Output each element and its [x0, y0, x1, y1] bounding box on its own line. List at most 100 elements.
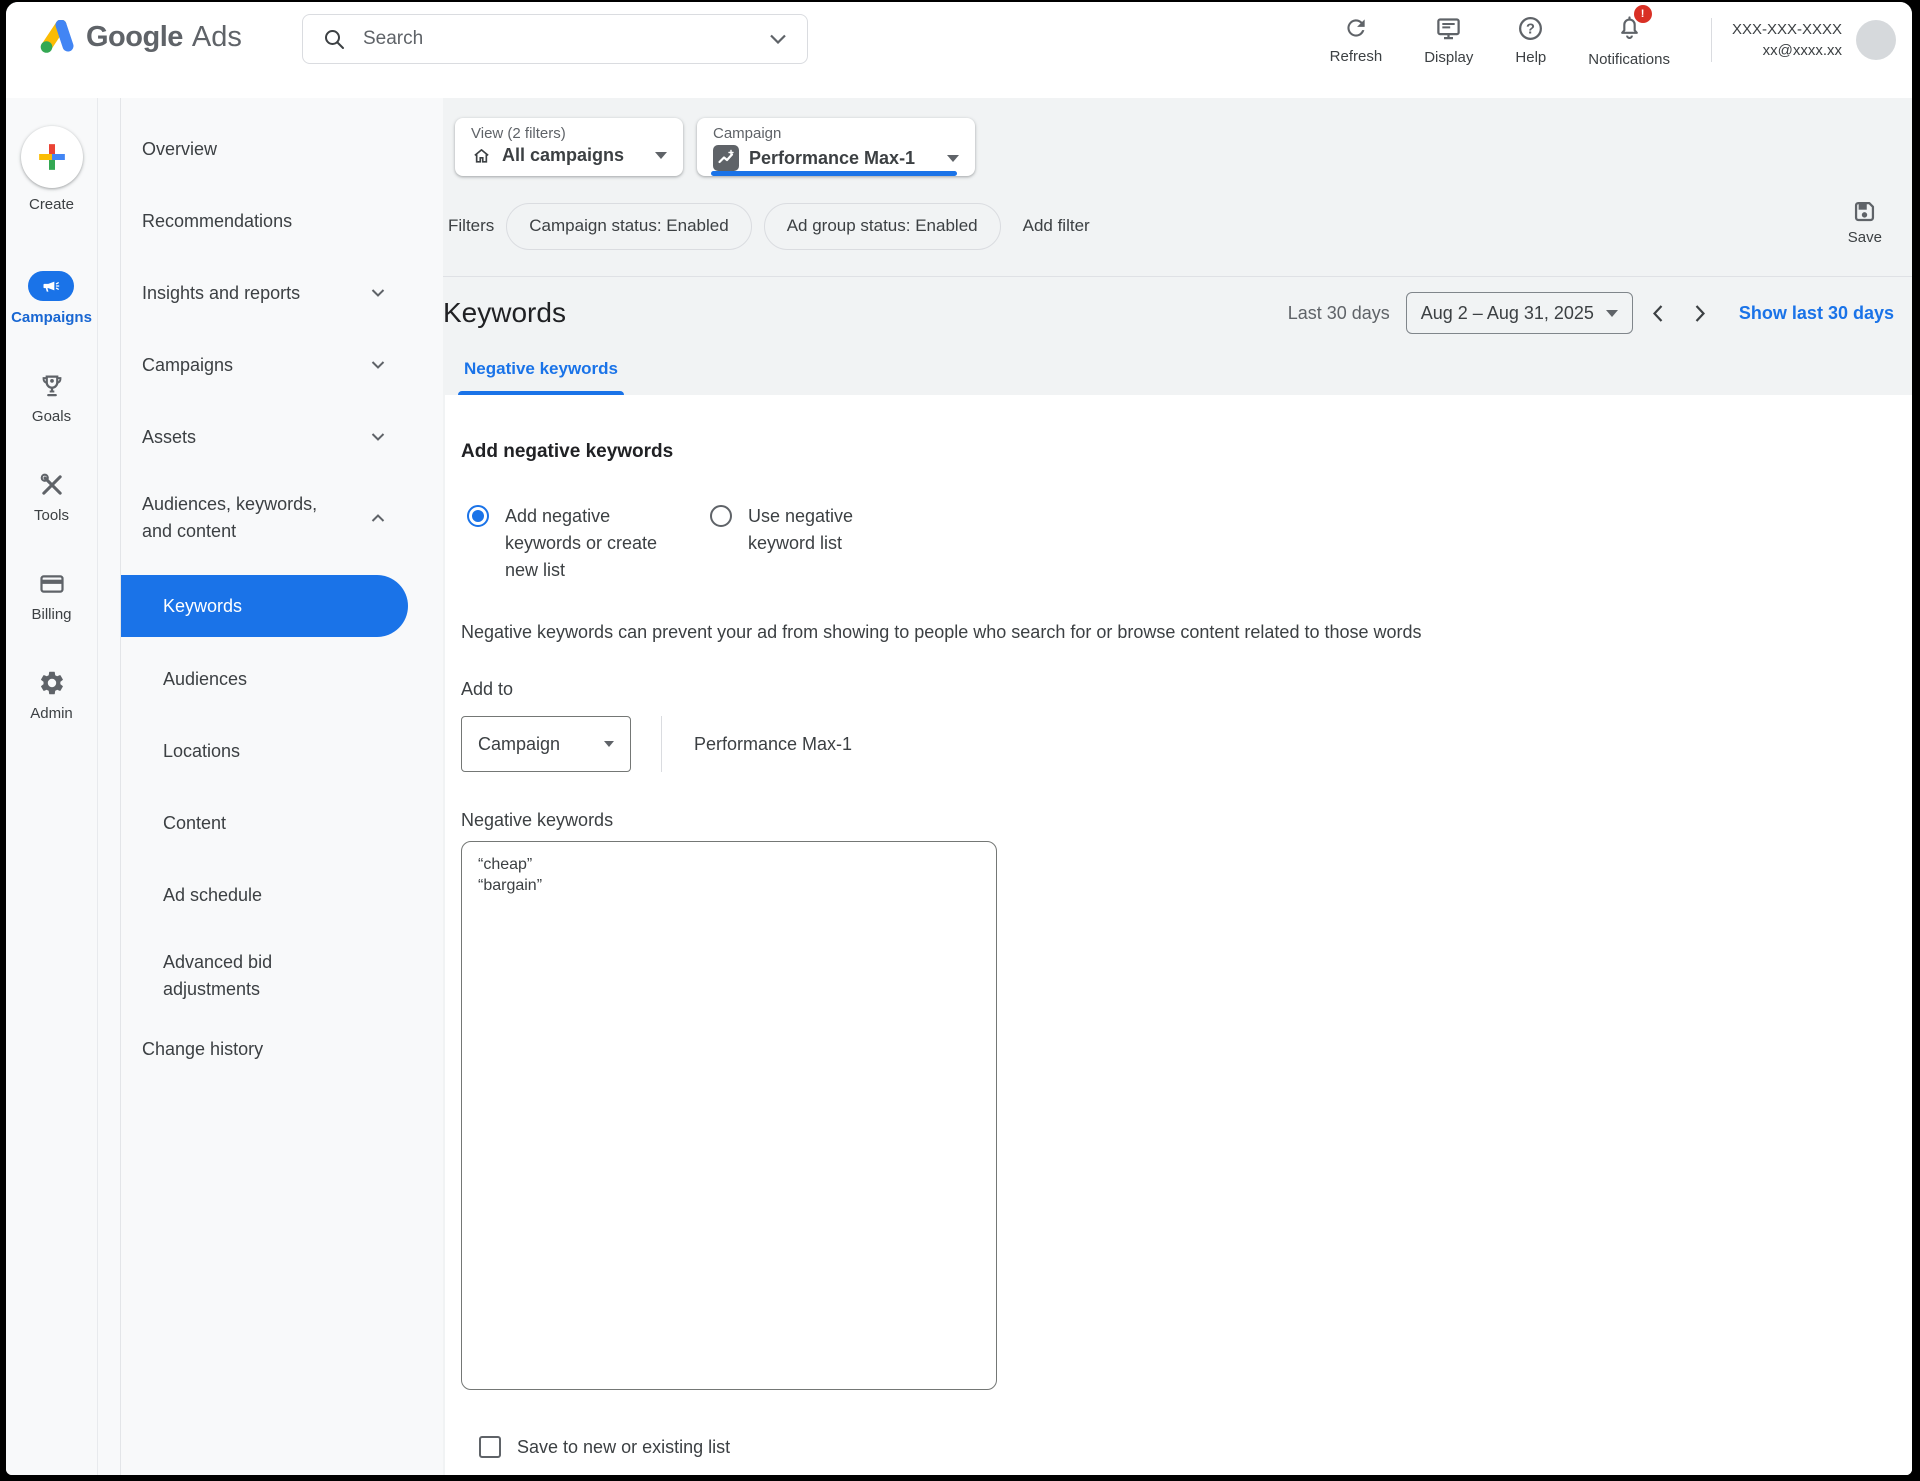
- scope-level-select[interactable]: Campaign: [461, 716, 631, 772]
- account-info[interactable]: XXX-XXX-XXXX xx@xxxx.xx: [1732, 19, 1842, 61]
- save-to-list-checkbox[interactable]: [479, 1436, 501, 1458]
- view-selector-label: View (2 filters): [471, 125, 667, 142]
- nav-item-overview[interactable]: Overview: [98, 113, 443, 185]
- svg-text:?: ?: [1526, 21, 1535, 37]
- page-title: Keywords: [443, 297, 566, 329]
- gear-icon: [38, 669, 66, 697]
- chevron-down-icon: [371, 289, 385, 298]
- icon-rail: Create Campaigns: [6, 98, 98, 1475]
- chevron-down-icon: [371, 433, 385, 442]
- rail-item-campaigns[interactable]: Campaigns: [11, 271, 92, 326]
- view-dropdown-arrow-icon: [655, 152, 667, 159]
- help-label: Help: [1515, 49, 1546, 66]
- rail-item-billing[interactable]: Billing: [31, 570, 71, 623]
- campaign-selector-active-indicator: [711, 171, 957, 176]
- nav-item-locations[interactable]: Locations: [98, 715, 443, 787]
- show-last-30-days-link[interactable]: Show last 30 days: [1739, 303, 1894, 324]
- nav-item-recommendations[interactable]: Recommendations: [98, 185, 443, 257]
- date-preset-label: Last 30 days: [1288, 303, 1390, 324]
- notifications-button[interactable]: ! Notifications: [1588, 12, 1670, 68]
- topbar-actions: Refresh Display ? Help: [1309, 12, 1896, 68]
- radio-selected-icon[interactable]: [467, 505, 489, 527]
- nav-item-campaigns[interactable]: Campaigns: [98, 329, 443, 401]
- section-divider: [443, 276, 1912, 277]
- negative-keywords-label: Negative keywords: [461, 810, 1912, 831]
- tools-label: Tools: [34, 507, 69, 524]
- campaign-selector[interactable]: Campaign Performance Max-1: [697, 118, 975, 176]
- create-button[interactable]: Create: [21, 126, 83, 213]
- chevron-right-icon: [1694, 304, 1706, 323]
- tab-bar: Negative keywords: [458, 353, 1912, 395]
- radio-unselected-icon[interactable]: [710, 505, 732, 527]
- save-view-button[interactable]: Save: [1848, 198, 1882, 246]
- scope-target-campaign: Performance Max-1: [694, 734, 852, 755]
- nav-item-ad-schedule[interactable]: Ad schedule: [98, 859, 443, 931]
- form-description: Negative keywords can prevent your ad fr…: [461, 622, 1912, 643]
- nav-item-content[interactable]: Content: [98, 787, 443, 859]
- save-to-list-option[interactable]: Save to new or existing list: [479, 1436, 1912, 1458]
- filters-label: Filters: [448, 216, 494, 236]
- chevron-up-icon: [371, 514, 385, 523]
- nav-item-change-history[interactable]: Change history: [98, 1021, 443, 1077]
- add-filter-button[interactable]: Add filter: [1023, 216, 1090, 236]
- option-add-negative-keywords[interactable]: Add negative keywords or create new list: [467, 503, 690, 584]
- nav-item-advanced-bid-adjustments[interactable]: Advanced bid adjustments: [98, 931, 443, 1021]
- app-window: Google Ads Refresh: [6, 2, 1912, 1475]
- refresh-icon: [1343, 15, 1369, 41]
- megaphone-icon: [40, 276, 62, 296]
- campaigns-pill: [28, 271, 74, 301]
- scope-dropdown-arrow-icon: [604, 741, 614, 747]
- nav-item-audiences-keywords-content[interactable]: Audiences, keywords, and content: [98, 473, 443, 563]
- tab-negative-keywords[interactable]: Negative keywords: [458, 353, 624, 395]
- rail-item-admin[interactable]: Admin: [30, 669, 73, 722]
- date-previous-button[interactable]: [1641, 296, 1675, 330]
- nav-item-audiences[interactable]: Audiences: [98, 643, 443, 715]
- account-avatar[interactable]: [1856, 20, 1896, 60]
- rail-item-goals[interactable]: Goals: [32, 372, 71, 425]
- page-header: Keywords Last 30 days Aug 2 – Aug 31, 20…: [443, 285, 1912, 341]
- create-label: Create: [29, 196, 74, 213]
- search-input[interactable]: [361, 27, 769, 51]
- negative-keywords-panel: Add negative keywords Add negative keywo…: [445, 395, 1912, 1475]
- view-selector[interactable]: View (2 filters) All campaigns: [455, 118, 683, 176]
- nav-item-insights-and-reports[interactable]: Insights and reports: [98, 257, 443, 329]
- help-button[interactable]: ? Help: [1515, 15, 1546, 66]
- refresh-button[interactable]: Refresh: [1330, 15, 1383, 65]
- display-button[interactable]: Display: [1424, 15, 1473, 66]
- form-heading: Add negative keywords: [461, 441, 1912, 463]
- nav-item-keywords-active[interactable]: Keywords: [120, 575, 408, 637]
- add-to-label: Add to: [461, 679, 1912, 700]
- refresh-label: Refresh: [1330, 48, 1383, 65]
- context-selectors: View (2 filters) All campaigns Campaign: [455, 118, 1912, 176]
- search-box[interactable]: [302, 14, 808, 64]
- save-to-list-label: Save to new or existing list: [517, 1437, 730, 1458]
- filter-chip-campaign-status[interactable]: Campaign status: Enabled: [506, 203, 751, 250]
- credit-card-icon: [38, 570, 66, 598]
- tools-icon: [38, 471, 66, 499]
- search-dropdown-chevron-icon[interactable]: [769, 34, 787, 44]
- display-label: Display: [1424, 49, 1473, 66]
- chevron-down-icon: [371, 361, 385, 370]
- view-selector-value: All campaigns: [502, 145, 624, 166]
- admin-label: Admin: [30, 705, 73, 722]
- date-range-picker[interactable]: Aug 2 – Aug 31, 2025: [1406, 292, 1633, 334]
- nav-item-assets[interactable]: Assets: [98, 401, 443, 473]
- rail-item-tools[interactable]: Tools: [34, 471, 69, 524]
- google-ads-logo: Google Ads: [36, 20, 242, 54]
- display-icon: [1435, 15, 1462, 42]
- filter-chip-ad-group-status[interactable]: Ad group status: Enabled: [764, 203, 1001, 250]
- main-content: View (2 filters) All campaigns Campaign: [443, 98, 1912, 1475]
- date-dropdown-arrow-icon: [1606, 310, 1618, 317]
- top-bar: Google Ads Refresh: [6, 2, 1912, 98]
- date-next-button[interactable]: [1683, 296, 1717, 330]
- campaigns-label: Campaigns: [11, 309, 92, 326]
- create-circle: [21, 126, 83, 188]
- campaign-dropdown-arrow-icon: [947, 155, 959, 162]
- brand-ads: Ads: [192, 21, 242, 54]
- home-icon: [471, 146, 492, 166]
- save-icon: [1851, 198, 1878, 225]
- option-use-negative-keyword-list[interactable]: Use negative keyword list: [710, 503, 923, 584]
- negative-keywords-textarea[interactable]: “cheap” “bargain”: [461, 841, 997, 1390]
- performance-max-icon: [713, 145, 739, 171]
- account-id: XXX-XXX-XXXX: [1732, 19, 1842, 40]
